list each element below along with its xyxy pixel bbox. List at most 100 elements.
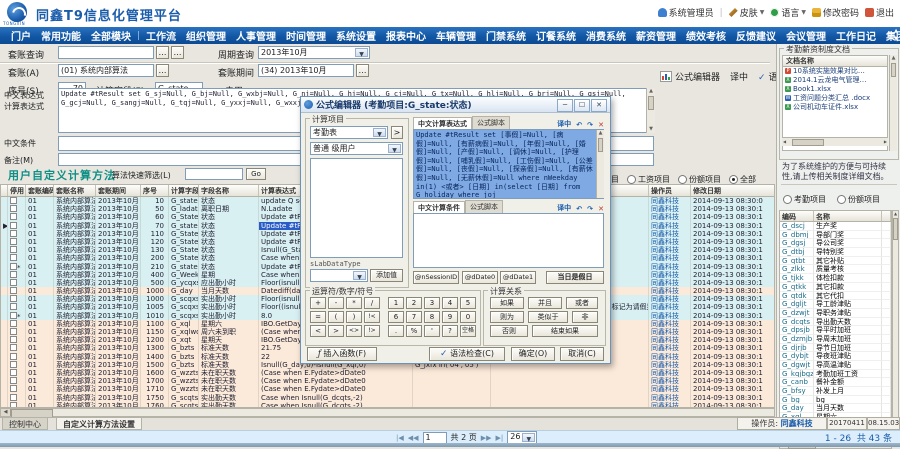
stop-checkbox[interactable] [10, 344, 17, 351]
chevron-down-icon[interactable]: ▼ [388, 144, 401, 153]
language-menu[interactable]: 语言▼ [770, 6, 806, 19]
code-row[interactable]: G_bfsy补发上月 [780, 387, 891, 396]
menu-item-12[interactable]: 消费系统 [581, 28, 631, 43]
dialog-syntax-check-button[interactable]: ✓ 语法检查(C) [429, 347, 505, 361]
code-row[interactable]: G_dgwjt导高温津贴 [780, 361, 891, 370]
stop-checkbox[interactable] [10, 312, 17, 319]
menu-item-5[interactable]: 人事管理 [231, 28, 281, 43]
stop-checkbox[interactable] [10, 246, 17, 253]
relation-类似于[interactable]: 类似于 [528, 311, 568, 323]
code-row[interactable]: G_dtbj导特别奖 [780, 248, 891, 257]
undo-icon[interactable]: ↶ [576, 121, 582, 129]
key-空格[interactable]: 空格 [460, 325, 476, 337]
column-header-5[interactable]: 序号 [141, 185, 169, 196]
column-header-0[interactable] [1, 185, 8, 196]
codes-column-header-1[interactable]: 名称 [814, 211, 882, 221]
var-button-nSessionID[interactable]: @nSessionID [413, 271, 459, 284]
file-list-item[interactable]: X2014.1云龙电气管理… [783, 76, 887, 85]
key-!>[interactable]: !> [364, 325, 380, 337]
codes-vertical-scrollbar[interactable]: ▲ [892, 210, 899, 440]
code-row[interactable]: G_tjkk体检扣款 [780, 274, 891, 283]
table-row[interactable]: 01系统内部算法2013年10月1750G_scqts实出勤天数Case whe… [1, 394, 774, 402]
column-header-1[interactable]: 停用 [8, 185, 26, 196]
stop-checkbox[interactable] [10, 213, 17, 220]
table-row[interactable]: 01系统内部算法2013年10月1600G_wzzts未在职天数(Case wh… [1, 369, 774, 377]
relation-则为[interactable]: 则为 [490, 311, 524, 323]
stop-checkbox[interactable] [10, 303, 17, 310]
key->[interactable]: > [328, 325, 344, 337]
tab-formula-script2[interactable]: 公式脚本 [465, 200, 503, 213]
menu-item-7[interactable]: 系统设置 [331, 28, 381, 43]
change-password-button[interactable]: 修改密码 [812, 6, 859, 19]
menu-item-0[interactable]: 门户 [6, 28, 36, 43]
key-6[interactable]: 6 [388, 311, 404, 323]
sidebar-radio-0[interactable]: 考勤项目 [783, 194, 835, 205]
redo-icon[interactable]: ↷ [587, 121, 593, 129]
logout-button[interactable]: 退出 [865, 6, 894, 19]
clear-icon[interactable]: ✕ [598, 121, 604, 129]
key-4[interactable]: 4 [442, 297, 458, 309]
code-row[interactable]: G_dscj生产奖 [780, 222, 891, 231]
code-row[interactable]: G_canb餐补金额 [780, 378, 891, 387]
stop-checkbox[interactable] [10, 295, 17, 302]
stop-checkbox[interactable] [10, 361, 17, 368]
key-9[interactable]: 9 [442, 311, 458, 323]
stop-checkbox[interactable] [10, 369, 17, 376]
key-=[interactable]: = [310, 311, 326, 323]
key-8[interactable]: 8 [424, 311, 440, 323]
translate-button[interactable]: 译中 [557, 119, 571, 129]
key-+[interactable]: + [310, 297, 326, 309]
relation-并且[interactable]: 并且 [528, 297, 562, 309]
menu-item-1[interactable]: 常用功能 [36, 28, 86, 43]
code-row[interactable]: G_dzwjt导职务津贴 [780, 309, 891, 318]
menu-item-15[interactable]: 反馈建议 [731, 28, 781, 43]
stop-checkbox[interactable] [10, 287, 17, 294]
stop-checkbox[interactable] [10, 205, 17, 212]
account-browse-button[interactable]: … [156, 64, 169, 77]
insert-function-button[interactable]: ƒ 插入函数(F) [307, 347, 377, 361]
dialog-title-bar[interactable]: 公式编辑器 (考勤项目:G_state:状态) ─ ☐ ✕ [301, 97, 610, 113]
tab-custom-calc-settings[interactable]: 自定义计算方法设置 [56, 418, 142, 430]
menu-item-16[interactable]: 会议管理 [781, 28, 831, 43]
add-value-button[interactable]: 添加值 [370, 269, 403, 282]
page-number-input[interactable]: 1 [423, 432, 447, 444]
menu-scroll-arrows[interactable]: ▲▼ [894, 28, 898, 43]
stop-checkbox[interactable] [10, 197, 17, 204]
column-header-12[interactable]: 修改日期 [691, 185, 775, 196]
code-row[interactable]: G_dbmj导部门奖 [780, 231, 891, 240]
file-list-item[interactable]: X公司机动车证件.xlsx [783, 102, 887, 111]
key-3[interactable]: 3 [424, 297, 440, 309]
column-header-6[interactable]: 计算字段 [169, 185, 199, 196]
account-period-input[interactable]: (34) 2013年10月 [258, 64, 354, 77]
expand-button[interactable]: > [391, 126, 403, 139]
value-select[interactable]: ▼ [310, 269, 368, 282]
prev-page-button[interactable]: ◀◀ [408, 434, 419, 442]
tab-control-center[interactable]: 控制中心 [2, 418, 48, 430]
cn-condition-editor[interactable] [413, 213, 604, 268]
holiday-button[interactable]: 当日是假日 [546, 271, 604, 284]
menu-item-3[interactable]: 工作流 [141, 28, 181, 43]
relation-结束如果[interactable]: 结束如果 [532, 325, 598, 337]
column-header-4[interactable]: 套账期间 [96, 185, 141, 196]
var-button-dDate0[interactable]: @dDate0 [462, 271, 498, 284]
menu-item-10[interactable]: 门禁系统 [481, 28, 531, 43]
chevron-down-icon[interactable]: ▼ [353, 271, 366, 280]
column-header-7[interactable]: 字段名称 [199, 185, 259, 196]
key-([interactable]: ( [328, 311, 344, 323]
codes-column-header-0[interactable]: 编码 [780, 211, 814, 221]
var-button-dDate1[interactable]: @dDate1 [500, 271, 536, 284]
code-row[interactable]: G_dzmjb导周末加班 [780, 335, 891, 344]
menu-item-17[interactable]: 工作日记 [831, 28, 881, 43]
key-%[interactable]: % [406, 325, 422, 337]
clear-icon[interactable]: ✕ [598, 205, 604, 213]
redo-icon[interactable]: ↷ [587, 205, 593, 213]
table-row[interactable]: 01系统内部算法2013年10月1700G_wzzts未在职天数(Case wh… [1, 377, 774, 385]
code-row[interactable]: G_zlkk质量考核 [780, 265, 891, 274]
go-button[interactable]: Go [246, 168, 266, 180]
menu-item-2[interactable]: 全部模块 [86, 28, 136, 43]
undo-icon[interactable]: ↶ [576, 205, 582, 213]
key-7[interactable]: 7 [406, 311, 422, 323]
code-row[interactable]: G_bgbg [780, 396, 891, 405]
key-'[interactable]: ' [424, 325, 440, 337]
table-select[interactable]: 考勤表▼ [310, 126, 388, 139]
